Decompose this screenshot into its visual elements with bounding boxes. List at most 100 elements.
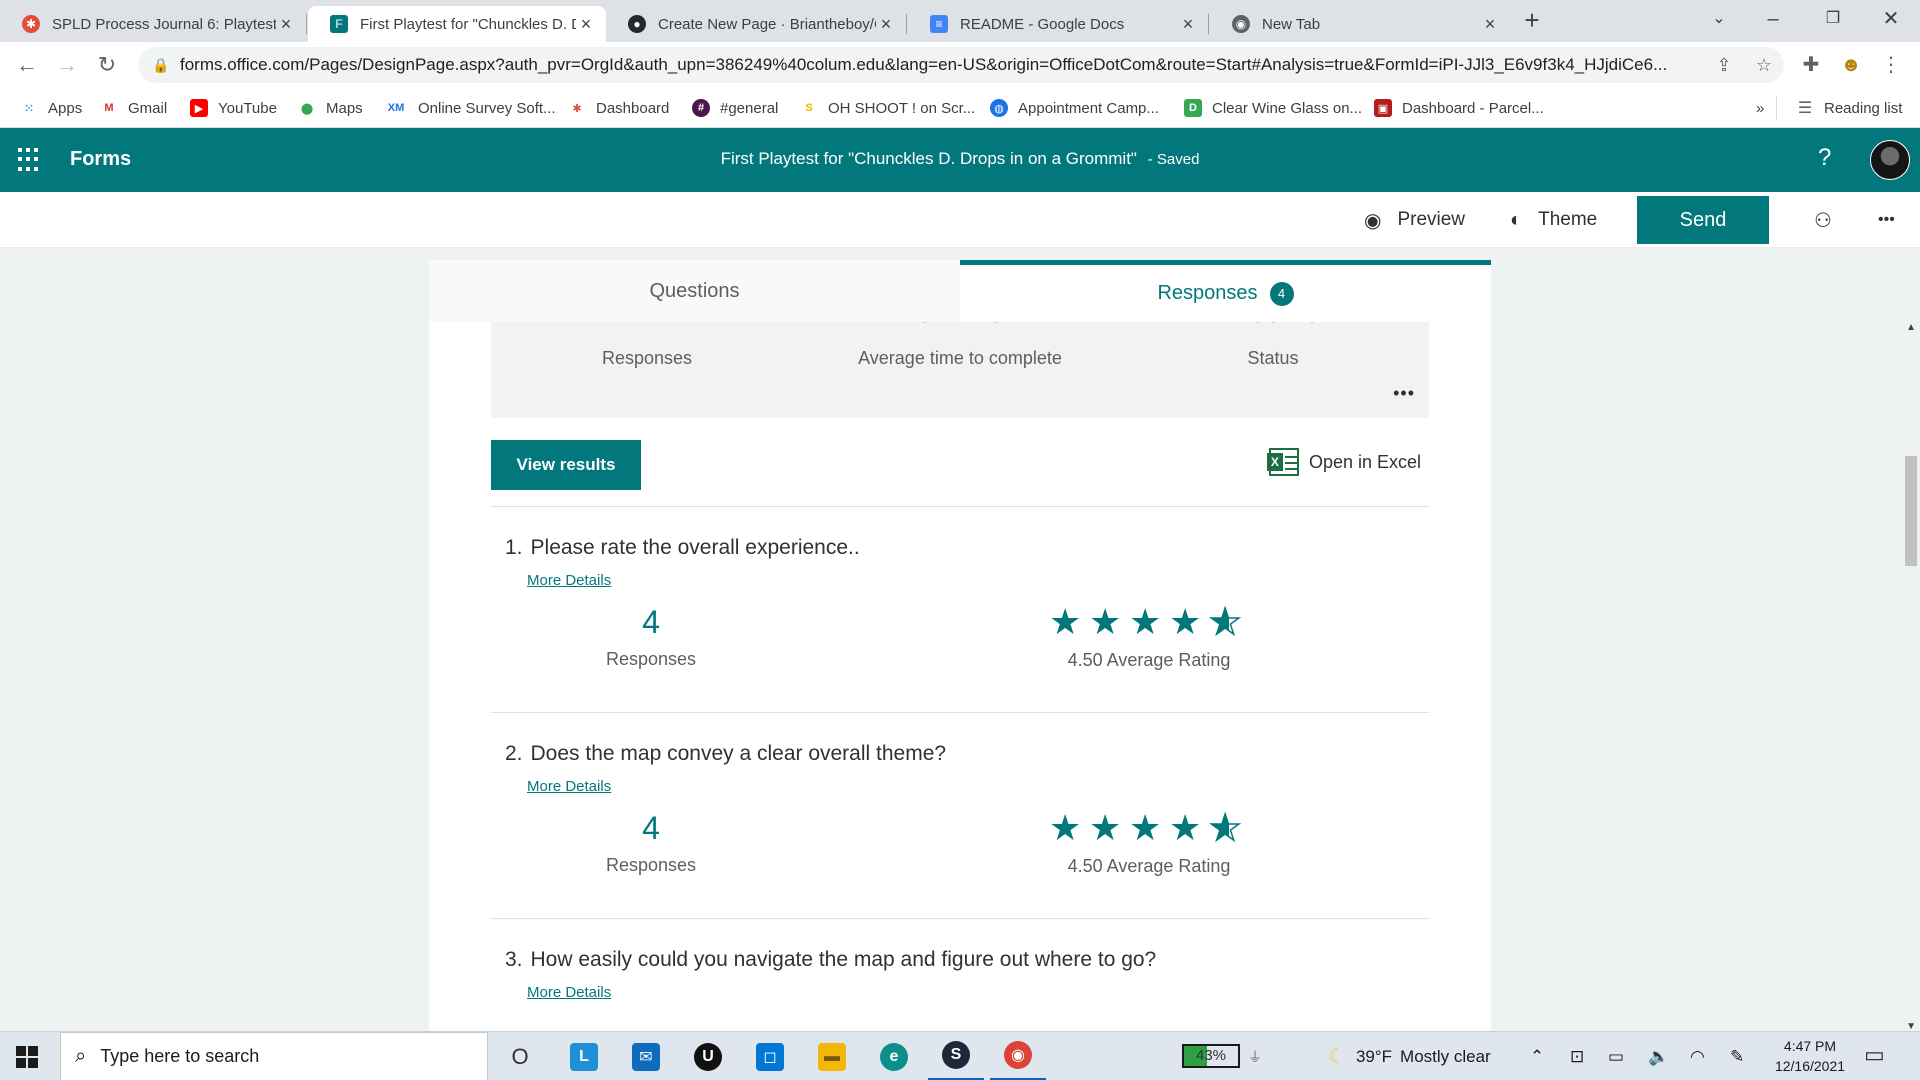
scrollbar-thumb[interactable] — [1905, 456, 1917, 566]
open-in-excel-button[interactable]: X Open in Excel — [1266, 444, 1421, 480]
unreal-icon[interactable]: U — [680, 1032, 736, 1080]
response-summary: 4 Responses 04:13 Average time to comple… — [491, 322, 1429, 418]
new-tab-button[interactable]: + — [1518, 6, 1546, 34]
divider — [491, 506, 1429, 507]
bookmark-star-icon[interactable]: ☆ — [1744, 55, 1784, 76]
cortana-icon[interactable]: O — [492, 1032, 548, 1080]
chrome-icon[interactable]: ◉ — [990, 1032, 1046, 1080]
bookmark-label: YouTube — [218, 99, 277, 117]
restore-icon[interactable]: ❐ — [1810, 0, 1856, 42]
tab-search-icon[interactable]: ⌄ — [1696, 0, 1742, 42]
pen-icon[interactable]: ✎ — [1730, 1032, 1744, 1080]
wifi-icon[interactable]: ◠ — [1690, 1032, 1705, 1080]
volume-icon[interactable]: 🔈 — [1648, 1032, 1669, 1080]
star-icon: ★ — [1129, 807, 1162, 848]
tab-responses[interactable]: Responses 4 — [960, 260, 1491, 322]
battery-tray-icon[interactable]: ▭ — [1608, 1032, 1624, 1080]
url-text[interactable]: forms.office.com/Pages/DesignPage.aspx?a… — [180, 55, 1704, 75]
question-title: 3. How easily could you navigate the map … — [491, 948, 1429, 972]
close-icon[interactable]: × — [1178, 14, 1198, 35]
browser-toolbar: ← → ↻ 🔒 forms.office.com/Pages/DesignPag… — [0, 42, 1920, 88]
bookmark-label: Appointment Camp... — [1018, 99, 1159, 117]
windows-start-icon[interactable] — [16, 1046, 38, 1068]
show-hidden-icons[interactable]: ⌃ — [1530, 1032, 1544, 1080]
reading-list-button[interactable]: ☰ Reading list — [1796, 96, 1903, 120]
battery-indicator[interactable]: 43% — [1182, 1044, 1240, 1068]
weather-widget[interactable]: ☾ 39°F Mostly clear — [1328, 1032, 1491, 1080]
share-icon[interactable]: ⇪ — [1704, 55, 1744, 76]
browser-tab-docs[interactable]: ≡ README - Google Docs × — [908, 6, 1208, 42]
bookmark-parcel[interactable]: ▣ Dashboard - Parcel... — [1374, 96, 1544, 120]
window-close-icon[interactable]: ✕ — [1868, 0, 1914, 42]
browser-tab-newtab[interactable]: ◉ New Tab × — [1210, 6, 1510, 42]
bookmark-youtube[interactable]: ▶ YouTube — [190, 96, 277, 120]
preview-label: Preview — [1397, 209, 1466, 230]
profile-extension-icon[interactable]: ☻ — [1836, 50, 1866, 80]
more-details-link[interactable]: More Details — [527, 984, 611, 1001]
more-details-link[interactable]: More Details — [527, 572, 611, 589]
browser-tab-forms[interactable]: F First Playtest for "Chunckles D. D × — [308, 6, 606, 42]
scroll-up-icon[interactable]: ▲ — [1906, 322, 1916, 333]
browser-tab-title: SPLD Process Journal 6: Playtesti — [52, 15, 276, 33]
globe-icon: ◍ — [990, 99, 1008, 117]
address-bar[interactable]: 🔒 forms.office.com/Pages/DesignPage.aspx… — [138, 47, 1784, 83]
browser-tab-github[interactable]: ● Create New Page · Briantheboy/C × — [606, 6, 906, 42]
scroll-down-icon[interactable]: ▼ — [1906, 1021, 1916, 1031]
file-explorer-icon[interactable]: ▬ — [804, 1032, 860, 1080]
bookmark-maps[interactable]: ⬤ Maps — [298, 96, 363, 120]
close-icon[interactable]: × — [276, 14, 296, 35]
more-bookmarks-button[interactable]: » — [1756, 96, 1764, 120]
steam-icon[interactable]: S — [928, 1032, 984, 1080]
close-icon[interactable]: × — [876, 14, 896, 35]
app-glyph: S — [942, 1041, 970, 1069]
qualtrics-icon: XM — [387, 102, 405, 114]
summary-responses: 4 Responses — [491, 322, 803, 369]
divider — [491, 712, 1429, 713]
browser-tab-spld[interactable]: ✱ SPLD Process Journal 6: Playtesti × — [0, 6, 306, 42]
taskbar-search[interactable]: ⌕ Type here to search — [60, 1032, 488, 1080]
meet-now-icon[interactable]: ⊡ — [1570, 1032, 1584, 1080]
summary-avg-time-value: 04:13 — [804, 322, 1116, 338]
view-results-button[interactable]: View results — [491, 440, 641, 490]
close-icon[interactable]: × — [1480, 14, 1500, 35]
lightshot-icon[interactable]: L — [556, 1032, 612, 1080]
notifications-icon[interactable]: ▭ — [1864, 1042, 1885, 1068]
bookmark-online-survey[interactable]: XM Online Survey Soft... — [384, 96, 556, 120]
bookmark-apps[interactable]: ⁙ Apps — [20, 96, 82, 120]
star-icon: ★ — [1049, 601, 1082, 642]
summary-more-button[interactable]: ••• — [1393, 383, 1415, 404]
bookmark-clear-wine-glass[interactable]: D Clear Wine Glass on... — [1184, 96, 1362, 120]
question-title: 2. Does the map convey a clear overall th… — [491, 742, 1429, 766]
browser-menu-icon[interactable]: ⋮ — [1876, 50, 1906, 80]
theme-button[interactable]: ◐ Theme — [1510, 192, 1597, 248]
more-options-button[interactable]: ••• — [1878, 192, 1895, 248]
reload-icon[interactable]: ↻ — [92, 50, 122, 80]
share-collaborate-button[interactable]: ⚇ — [1814, 192, 1832, 248]
extensions-icon[interactable]: ✚ — [1796, 50, 1826, 80]
send-button[interactable]: Send — [1637, 196, 1769, 244]
preview-button[interactable]: ◉ Preview — [1364, 192, 1465, 248]
clock-time: 4:47 PM — [1783, 1038, 1837, 1054]
bookmark-general[interactable]: # #general — [692, 96, 778, 120]
bookmark-gmail[interactable]: M Gmail — [100, 96, 167, 120]
avatar[interactable] — [1870, 140, 1910, 180]
forward-icon[interactable]: → — [52, 50, 82, 80]
bookmark-dashboard[interactable]: ✱ Dashboard — [568, 96, 669, 120]
bookmark-oh-shoot[interactable]: S OH SHOOT ! on Scr... — [800, 96, 975, 120]
system-clock[interactable]: 4:47 PM 12/16/2021 — [1762, 1036, 1858, 1076]
star-icon: ★ — [1169, 807, 1202, 848]
help-icon[interactable]: ? — [1818, 144, 1831, 172]
lock-icon: 🔒 — [152, 56, 170, 73]
bookmark-appointment[interactable]: ◍ Appointment Camp... — [990, 96, 1159, 120]
scrollbar[interactable]: ▲ ▼ — [1902, 322, 1920, 1031]
tab-questions[interactable]: Questions — [429, 260, 960, 322]
edge-icon[interactable]: e — [866, 1032, 922, 1080]
close-icon[interactable]: × — [576, 14, 596, 35]
back-icon[interactable]: ← — [12, 50, 42, 80]
mail-icon[interactable]: ✉ — [618, 1032, 674, 1080]
app-blue-icon[interactable]: ◻ — [742, 1032, 798, 1080]
question-responses: 4 Responses — [541, 604, 761, 670]
minimize-icon[interactable]: – — [1750, 0, 1796, 42]
more-details-link[interactable]: More Details — [527, 778, 611, 795]
average-rating-label: 4.50 Average Rating — [1067, 650, 1231, 670]
